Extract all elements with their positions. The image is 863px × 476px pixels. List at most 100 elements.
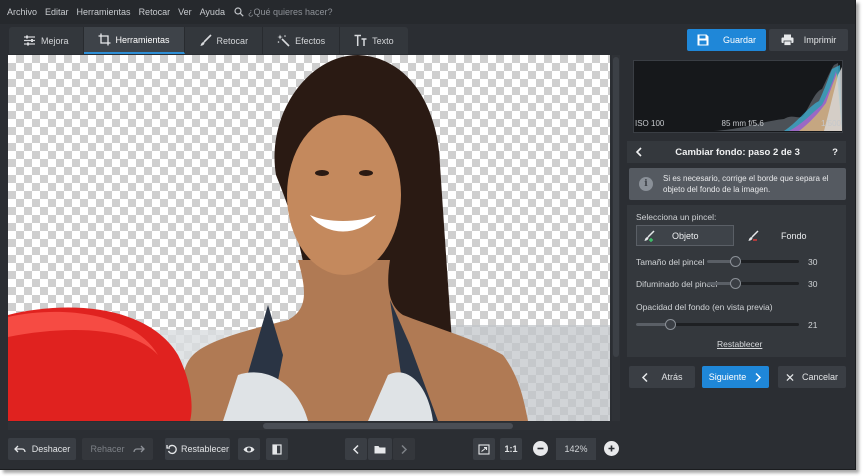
- eye-icon: [243, 446, 255, 452]
- next-label: Siguiente: [708, 372, 747, 382]
- tab-mejora-label: Mejora: [41, 35, 69, 46]
- horizontal-scrollbar[interactable]: [8, 422, 610, 430]
- brush-icon: [200, 34, 212, 46]
- next-button[interactable]: Siguiente: [702, 366, 769, 388]
- undo-icon: [13, 445, 26, 452]
- redo-icon: [132, 445, 145, 452]
- tab-efectos-label: Efectos: [295, 35, 326, 46]
- help-icon[interactable]: ?: [832, 147, 838, 158]
- image-canvas[interactable]: [8, 55, 610, 421]
- reset-icon: [166, 444, 177, 454]
- menu-ver[interactable]: Ver: [178, 7, 192, 17]
- zoom-level[interactable]: 142%: [556, 438, 596, 460]
- feather-value: 30: [808, 279, 818, 289]
- chevron-right-icon: [401, 444, 408, 454]
- brush-size-value: 30: [808, 257, 818, 267]
- object-brush-icon: [644, 229, 655, 242]
- menu-retocar[interactable]: Retocar: [139, 7, 171, 17]
- tab-texto-label: Texto: [372, 35, 394, 46]
- info-icon: i: [639, 177, 653, 191]
- info-text: Si es necesario, corrige el borde que se…: [663, 174, 829, 194]
- zoom-in-button[interactable]: [604, 441, 619, 456]
- menu-ayuda[interactable]: Ayuda: [200, 7, 225, 17]
- shutter-value: 1/500: [820, 119, 841, 128]
- actual-size-button[interactable]: 1:1: [500, 438, 522, 460]
- tab-texto[interactable]: Texto: [340, 27, 408, 54]
- chevron-left-icon: [642, 372, 649, 382]
- redo-button[interactable]: Rehacer: [82, 438, 153, 460]
- vertical-scroll-thumb[interactable]: [613, 57, 619, 357]
- cancel-label: Cancelar: [801, 372, 839, 382]
- open-folder-button[interactable]: [368, 438, 392, 460]
- background-brush-button[interactable]: Fondo: [742, 225, 840, 246]
- chevron-left-icon[interactable]: [635, 147, 643, 157]
- search-box[interactable]: ¿Qué quieres hacer?: [234, 7, 333, 17]
- fit-to-screen-button[interactable]: [473, 438, 495, 460]
- brush-settings: Selecciona un pincel: Objeto Fondo Tamañ…: [627, 205, 846, 357]
- undo-label: Deshacer: [31, 444, 71, 454]
- photo-subject: [8, 55, 610, 421]
- object-brush-label: Objeto: [672, 230, 699, 241]
- plus-icon: [608, 445, 615, 452]
- bottom-toolbar: Deshacer Rehacer Restablecer 1:1 142%: [0, 432, 855, 469]
- brush-size-slider[interactable]: [707, 256, 799, 267]
- zoom-out-button[interactable]: [533, 441, 548, 456]
- reset-all-label: Restablecer: [180, 444, 230, 454]
- opacity-value: 21: [808, 320, 818, 330]
- back-label: Atrás: [661, 372, 683, 382]
- previous-image-button[interactable]: [345, 438, 367, 460]
- search-placeholder: ¿Qué quieres hacer?: [247, 7, 333, 17]
- minus-icon: [537, 447, 544, 450]
- feather-label: Difuminado del pincel: [636, 279, 718, 289]
- brush-select-label: Selecciona un pincel:: [636, 212, 717, 222]
- tab-herramientas-label: Herramientas: [115, 34, 170, 45]
- redo-label: Rehacer: [90, 444, 125, 454]
- feather-knob[interactable]: [730, 278, 741, 289]
- menu-editar[interactable]: Editar: [45, 7, 69, 17]
- background-brush-label: Fondo: [781, 230, 807, 241]
- print-label: Imprimir: [803, 35, 837, 45]
- cancel-button[interactable]: Cancelar: [778, 366, 846, 388]
- tab-efectos[interactable]: Efectos: [263, 27, 341, 54]
- lens-value: 85 mm f/5.6: [721, 119, 764, 128]
- vertical-scrollbar[interactable]: [612, 55, 620, 421]
- back-button[interactable]: Atrás: [629, 366, 695, 388]
- chevron-left-icon: [352, 444, 359, 454]
- floppy-disk-icon: [697, 34, 709, 46]
- preview-toggle-button[interactable]: [238, 438, 260, 460]
- mode-tabs: Mejora Herramientas Retocar Efectos Text…: [9, 27, 408, 54]
- opacity-label: Opacidad del fondo (en vista previa): [636, 302, 773, 312]
- opacity-slider[interactable]: [636, 319, 799, 330]
- opacity-knob[interactable]: [665, 319, 676, 330]
- chevron-right-icon: [755, 372, 762, 382]
- crop-icon: [98, 33, 111, 46]
- undo-button[interactable]: Deshacer: [8, 438, 76, 460]
- wizard-step-header: Cambiar fondo: paso 2 de 3 ?: [627, 141, 846, 163]
- menu-archivo[interactable]: Archivo: [7, 7, 37, 17]
- tab-retocar[interactable]: Retocar: [185, 27, 264, 54]
- folder-icon: [374, 445, 386, 453]
- reset-brush-link[interactable]: Restablecer: [717, 339, 762, 349]
- menu-bar: Archivo Editar Herramientas Retocar Ver …: [0, 0, 855, 24]
- save-button[interactable]: Guardar: [687, 29, 766, 51]
- next-image-button[interactable]: [393, 438, 415, 460]
- tab-mejora[interactable]: Mejora: [9, 27, 84, 54]
- reset-all-button[interactable]: Restablecer: [165, 438, 230, 460]
- brush-size-knob[interactable]: [730, 256, 741, 267]
- horizontal-scroll-thumb[interactable]: [263, 423, 513, 429]
- search-icon: [234, 7, 244, 17]
- printer-icon: [781, 34, 794, 46]
- brush-size-label: Tamaño del pincel: [636, 257, 705, 267]
- close-icon: [786, 373, 794, 381]
- save-label: Guardar: [722, 35, 757, 45]
- menu-herramientas[interactable]: Herramientas: [77, 7, 131, 17]
- feather-slider[interactable]: [707, 278, 799, 289]
- compare-button[interactable]: [266, 438, 288, 460]
- print-button[interactable]: Imprimir: [769, 29, 848, 51]
- sliders-icon: [24, 35, 35, 46]
- tab-herramientas[interactable]: Herramientas: [83, 27, 185, 54]
- object-brush-button[interactable]: Objeto: [636, 225, 734, 246]
- fit-screen-icon: [478, 443, 490, 455]
- info-tip: i Si es necesario, corrige el borde que …: [629, 168, 846, 200]
- photo-exif-info: ISO 100 85 mm f/5.6 1/500: [633, 119, 843, 131]
